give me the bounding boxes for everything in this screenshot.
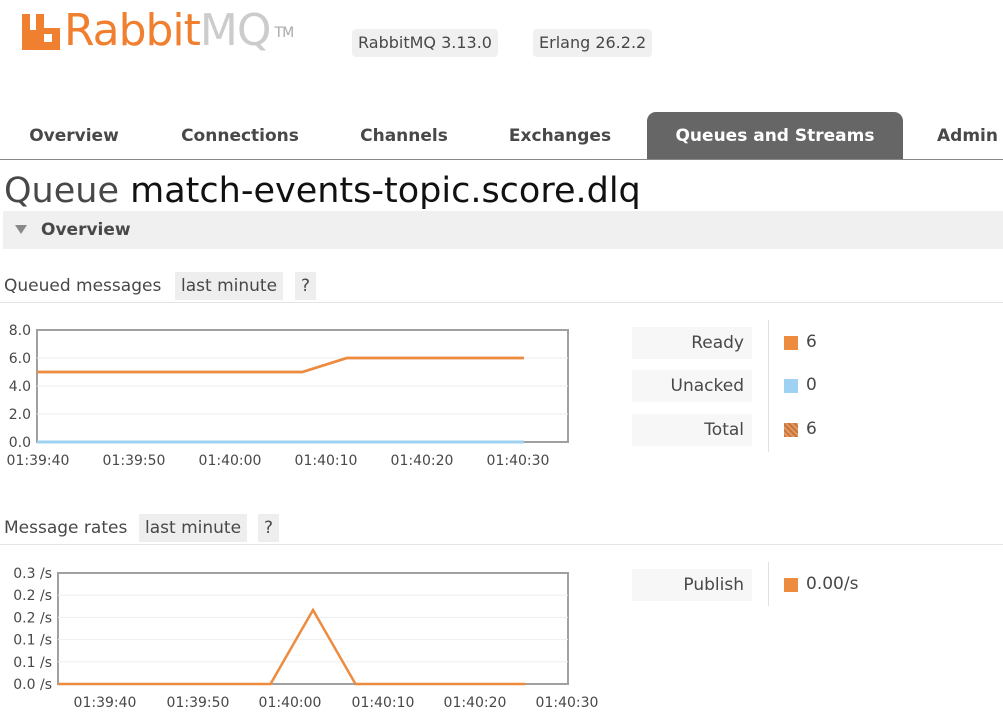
legend-unacked-value: 0: [806, 375, 817, 395]
tab-queues-and-streams[interactable]: Queues and Streams: [647, 112, 903, 159]
total-swatch-icon: [784, 423, 798, 437]
x-tick-label: 01:39:50: [103, 453, 166, 469]
legend-unacked-label: Unacked: [632, 370, 752, 402]
legend-publish-label: Publish: [632, 569, 752, 601]
rabbit-logo-icon: [22, 14, 60, 50]
legend-ready-value: 6: [806, 332, 817, 352]
message-rates-header: Message rates last minute ?: [0, 514, 1003, 545]
legend-total-label: Total: [632, 414, 752, 446]
page-title: Queue match-events-topic.score.dlq: [4, 168, 641, 214]
x-tick-label: 01:40:30: [487, 453, 550, 469]
unacked-swatch-icon: [784, 379, 798, 393]
x-tick-label: 01:39:50: [167, 695, 230, 711]
message-rates-chart: 0.3 /s 0.2 /s 0.2 /s 0.1 /s 0.1 /s 0.0 /s 01:3…: [13, 566, 599, 711]
page-title-prefix: Queue: [4, 171, 119, 211]
logo-wordmark: RabbitMQ TM: [64, 5, 294, 56]
y-tick-label: 6.0: [9, 351, 31, 367]
queued-messages-label: Queued messages: [4, 276, 162, 296]
y-tick-label: 8.0: [9, 323, 31, 339]
tab-overview[interactable]: Overview: [0, 112, 148, 159]
x-tick-label: 01:40:30: [536, 695, 599, 711]
ready-swatch-icon: [784, 336, 798, 350]
queued-range-button[interactable]: last minute: [175, 272, 284, 300]
x-tick-label: 01:39:40: [74, 695, 137, 711]
queue-name: match-events-topic.score.dlq: [130, 171, 641, 211]
x-tick-label: 01:40:10: [295, 453, 358, 469]
x-tick-label: 01:40:00: [259, 695, 322, 711]
y-tick-label: 0.2 /s: [13, 588, 52, 604]
rabbitmq-version-badge: RabbitMQ 3.13.0: [352, 29, 498, 57]
erlang-version-badge: Erlang 26.2.2: [533, 29, 653, 57]
y-tick-label: 0.3 /s: [13, 566, 52, 582]
y-tick-label: 0.1 /s: [13, 633, 52, 649]
legend-divider: [768, 320, 769, 452]
overview-section-toggle[interactable]: Overview: [3, 211, 1003, 249]
y-tick-label: 0.0 /s: [13, 677, 52, 693]
y-tick-label: 2.0: [9, 407, 31, 423]
x-tick-label: 01:40:20: [444, 695, 507, 711]
queued-messages-chart: 8.0 6.0 4.0 2.0 0.0 01:39:40 01:39:50 01:40:00 0…: [7, 323, 569, 469]
rabbitmq-logo[interactable]: RabbitMQ TM: [20, 6, 330, 56]
rates-range-button[interactable]: last minute: [139, 514, 248, 542]
y-tick-label: 0.1 /s: [13, 655, 52, 671]
queued-messages-header: Queued messages last minute ?: [0, 272, 1003, 303]
tab-connections[interactable]: Connections: [160, 112, 320, 159]
legend-ready-label: Ready: [632, 327, 752, 359]
tab-exchanges[interactable]: Exchanges: [490, 112, 630, 159]
plot-frame: [57, 572, 569, 685]
x-tick-label: 01:40:00: [199, 453, 262, 469]
x-tick-label: 01:40:20: [391, 453, 454, 469]
collapse-triangle-icon: [15, 225, 27, 234]
message-rates-label: Message rates: [4, 518, 128, 538]
section-label: Overview: [41, 220, 131, 240]
y-tick-label: 0.2 /s: [13, 610, 52, 626]
legend-publish-value: 0.00/s: [806, 574, 859, 594]
tab-channels[interactable]: Channels: [340, 112, 468, 159]
publish-swatch-icon: [784, 578, 798, 592]
main-nav-tabs: Overview Connections Channels Exchanges …: [0, 112, 1003, 160]
legend-divider: [768, 562, 769, 606]
queued-help-button[interactable]: ?: [295, 272, 317, 300]
legend-total-value: 6: [806, 419, 817, 439]
x-tick-label: 01:40:10: [352, 695, 415, 711]
rates-help-button[interactable]: ?: [258, 514, 280, 542]
y-tick-label: 4.0: [9, 379, 31, 395]
y-tick-label: 0.0: [9, 435, 31, 451]
tab-admin[interactable]: Admin: [920, 112, 1003, 159]
x-tick-label: 01:39:40: [7, 453, 70, 469]
